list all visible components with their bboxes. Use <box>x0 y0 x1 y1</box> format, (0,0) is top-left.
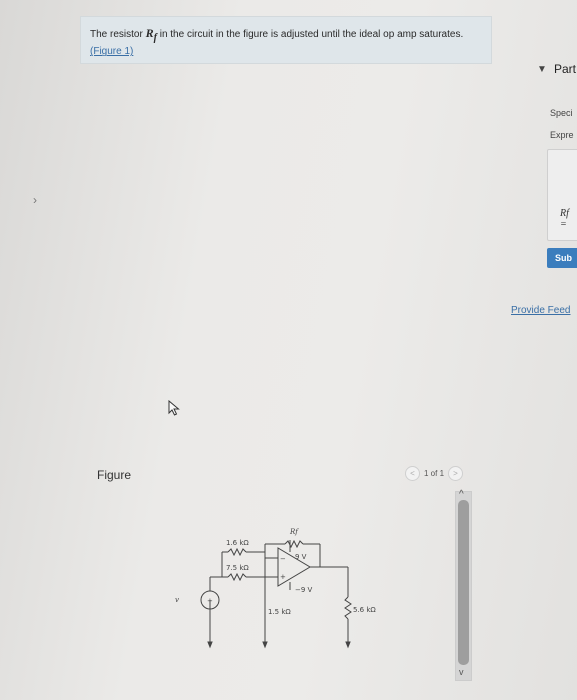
chevron-down-icon[interactable]: v <box>459 667 464 677</box>
r3-label: 1.5 kΩ <box>268 608 291 616</box>
problem-text-before: The resistor <box>90 29 146 40</box>
r1-label: 1.6 kΩ <box>226 539 249 547</box>
r4-label: 5.6 kΩ <box>353 606 376 614</box>
answer-panel <box>510 0 577 700</box>
svg-text:+: + <box>280 573 286 581</box>
submit-button[interactable]: Sub <box>547 248 577 268</box>
vneg-label: −9 V <box>295 586 313 594</box>
figure-page-count: 1 of 1 <box>424 469 445 478</box>
figure-pager: < 1 of 1 > <box>405 466 464 481</box>
express-text: Expre <box>550 130 574 140</box>
rf-label: Rf <box>289 528 299 536</box>
problem-text-after: in the circuit in the figure is adjusted… <box>156 29 464 40</box>
problem-statement: The resistor Rf in the circuit in the fi… <box>80 16 492 64</box>
resistor-variable: Rf <box>145 26 157 44</box>
svg-text:+: + <box>207 597 213 605</box>
scrollbar-thumb[interactable] <box>458 500 469 665</box>
part-heading[interactable]: Part <box>554 62 576 76</box>
chevron-right-icon[interactable]: › <box>33 193 37 207</box>
answer-variable-label: Rf = <box>560 208 569 230</box>
figure-prev-button[interactable]: < <box>405 466 420 481</box>
r2-label: 7.5 kΩ <box>226 564 249 572</box>
mouse-pointer-icon <box>168 399 180 421</box>
caret-down-icon[interactable]: ▼ <box>537 64 547 75</box>
specify-text: Speci <box>550 108 573 118</box>
op-amp-circuit-diagram: + v 1.6 kΩ 7.5 kΩ 1.5 kΩ 5.6 kΩ Rf 9 V −… <box>175 528 376 649</box>
source-label: v <box>175 596 179 604</box>
vpos-label: 9 V <box>295 553 307 561</box>
provide-feedback-link[interactable]: Provide Feed <box>511 305 570 316</box>
figure-link[interactable]: (Figure 1) <box>90 46 133 57</box>
chevron-up-icon[interactable]: ^ <box>459 489 464 500</box>
figure-next-button[interactable]: > <box>448 466 464 481</box>
figure-heading: Figure <box>97 468 132 482</box>
svg-text:−: − <box>280 555 286 563</box>
